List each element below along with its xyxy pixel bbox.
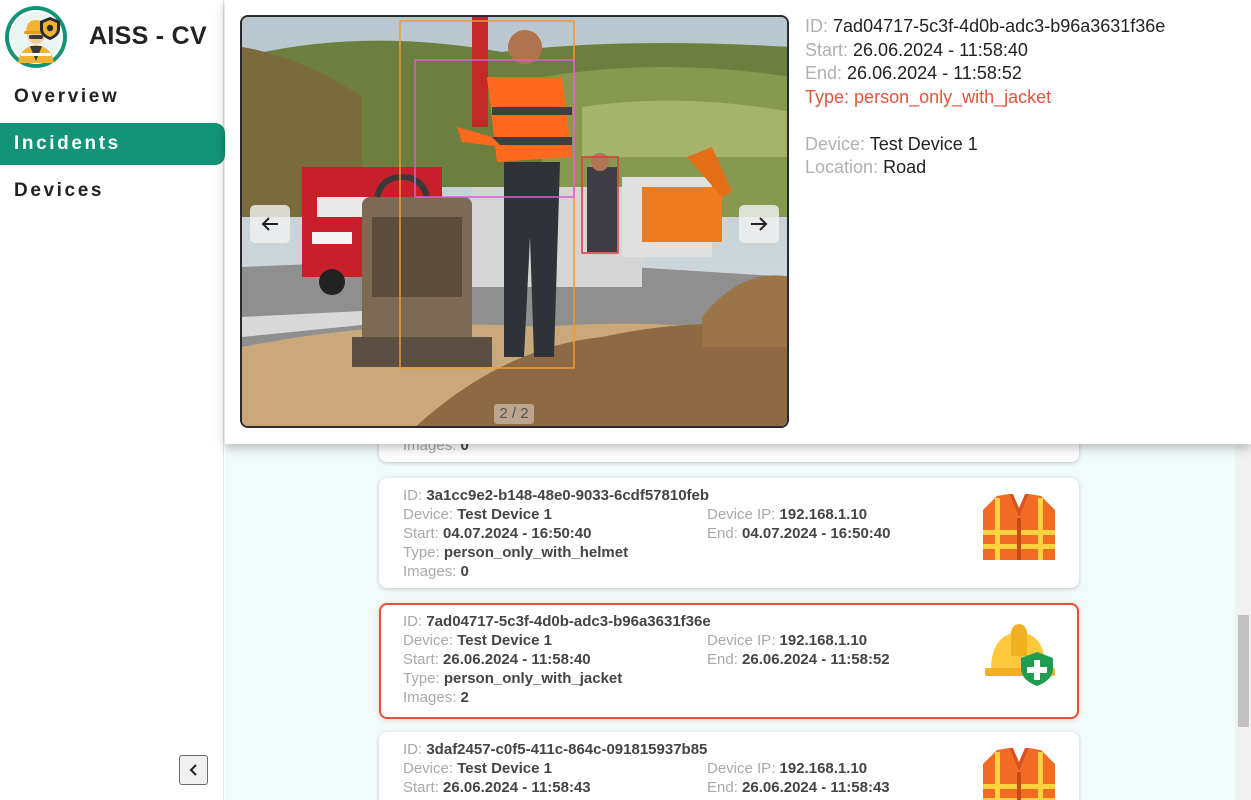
- images-label: Images:: [403, 563, 457, 580]
- detail-start: 26.06.2024 - 11:58:40: [853, 39, 1028, 60]
- end-value: 26.06.2024 - 11:58:43: [742, 779, 890, 796]
- detail-end: 26.06.2024 - 11:58:52: [847, 63, 1022, 83]
- worker-logo-icon: [5, 6, 67, 68]
- incident-card[interactable]: ID: 3a1cc9e2-b148-48e0-9033-6cdf57810feb…: [379, 478, 1079, 588]
- device-label: Device:: [403, 760, 454, 777]
- collapse-sidebar-button[interactable]: [179, 755, 208, 785]
- end-label: End:: [707, 651, 738, 668]
- end-value: 26.06.2024 - 11:58:52: [742, 651, 890, 668]
- type-value: person_only_with_jacket: [443, 670, 623, 687]
- device-ip-label: Device IP:: [707, 506, 776, 523]
- start-value: 26.06.2024 - 11:58:43: [443, 779, 591, 796]
- chevron-left-icon: [189, 764, 197, 776]
- device-label: Device:: [403, 506, 454, 523]
- detail-device-label: Device:: [805, 133, 866, 154]
- detail-id-label: ID:: [805, 16, 829, 36]
- type-value: person_only_with_helmet: [443, 544, 629, 561]
- detail-device: Test Device 1: [869, 133, 978, 154]
- arrow-left-icon: [261, 217, 278, 231]
- id-label: ID:: [403, 487, 423, 504]
- images-value: 2: [460, 689, 469, 706]
- detail-id: 7ad04717-5c3f-4d0b-adc3-b96a3631f36e: [833, 16, 1166, 36]
- start-label: Start:: [403, 525, 439, 542]
- device-ip-label: Device IP:: [707, 632, 776, 649]
- detail-location-label: Location:: [805, 157, 879, 177]
- incident-card-selected[interactable]: ID: 7ad04717-5c3f-4d0b-adc3-b96a3631f36e…: [379, 603, 1079, 719]
- previous-image-button[interactable]: [250, 205, 290, 243]
- scrollbar-thumb[interactable]: [1238, 615, 1249, 727]
- sidebar-item-overview[interactable]: Overview: [0, 76, 225, 118]
- safety-vest-icon: [983, 494, 1055, 560]
- start-value: 04.07.2024 - 16:50:40: [443, 525, 592, 542]
- device-value: Test Device 1: [457, 632, 552, 649]
- device-value: Test Device 1: [457, 760, 552, 777]
- end-value: 04.07.2024 - 16:50:40: [742, 525, 891, 542]
- start-label: Start:: [403, 779, 439, 796]
- incident-id: 3daf2457-c0f5-411c-864c-091815937b85: [426, 741, 708, 758]
- detail-type: person_only_with_jacket: [854, 86, 1052, 107]
- incident-card[interactable]: ID: 3daf2457-c0f5-411c-864c-091815937b85…: [379, 732, 1079, 800]
- incident-image: 2 / 2: [240, 15, 789, 428]
- hard-hat-icon: [985, 624, 1055, 686]
- start-value: 26.06.2024 - 11:58:40: [443, 651, 591, 668]
- arrow-right-icon: [751, 217, 768, 231]
- incident-detail-panel: 2 / 2 ID: 7ad04717-5c3f-4d0b-adc3-b96a36…: [225, 0, 1251, 444]
- device-ip-value: 192.168.1.10: [779, 506, 868, 523]
- images-value: 0: [460, 563, 469, 580]
- scrollbar[interactable]: [1235, 445, 1251, 800]
- app-logo: [4, 5, 68, 69]
- incident-id: 7ad04717-5c3f-4d0b-adc3-b96a3631f36e: [426, 613, 711, 630]
- start-label: Start:: [403, 651, 439, 668]
- images-label: Images:: [403, 689, 457, 706]
- device-ip-value: 192.168.1.10: [779, 760, 868, 777]
- sidebar: AISS - CV Overview Incidents Devices: [0, 0, 225, 800]
- sidebar-item-incidents[interactable]: Incidents: [0, 123, 225, 165]
- detail-location: Road: [883, 157, 927, 177]
- sidebar-item-devices[interactable]: Devices: [0, 170, 225, 212]
- id-label: ID:: [403, 741, 423, 758]
- detail-end-label: End:: [805, 63, 843, 83]
- device-label: Device:: [403, 632, 454, 649]
- next-image-button[interactable]: [739, 205, 779, 243]
- type-label: Type:: [403, 544, 440, 561]
- incident-id: 3a1cc9e2-b148-48e0-9033-6cdf57810feb: [426, 487, 710, 504]
- app-title: AISS - CV: [89, 22, 207, 50]
- device-value: Test Device 1: [457, 506, 552, 523]
- incident-info: ID: 7ad04717-5c3f-4d0b-adc3-b96a3631f36e…: [805, 15, 1165, 180]
- safety-vest-icon: [983, 748, 1055, 800]
- image-counter: 2 / 2: [494, 404, 534, 424]
- type-label: Type:: [403, 670, 440, 687]
- end-label: End:: [707, 525, 738, 542]
- end-label: End:: [707, 779, 738, 796]
- detail-start-label: Start:: [805, 39, 849, 60]
- construction-site-photo: [242, 17, 787, 426]
- detail-type-label: Type:: [805, 86, 850, 107]
- device-ip-value: 192.168.1.10: [779, 632, 868, 649]
- device-ip-label: Device IP:: [707, 760, 776, 777]
- id-label: ID:: [403, 613, 423, 630]
